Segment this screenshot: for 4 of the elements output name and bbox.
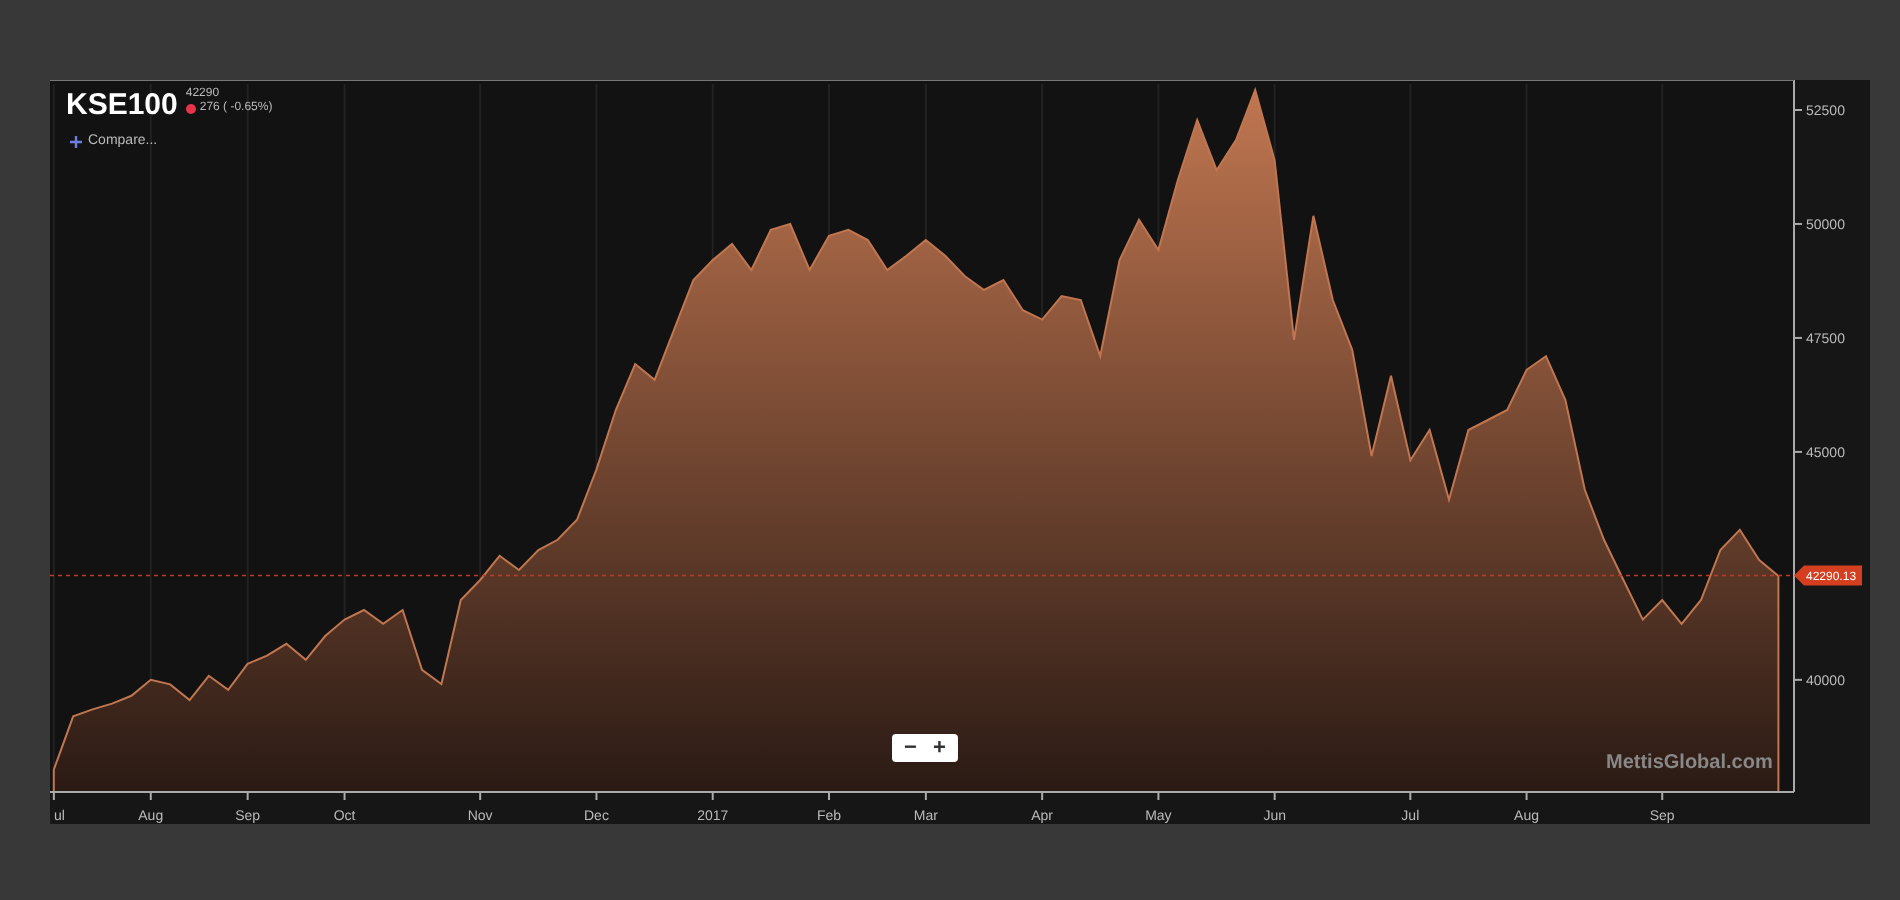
plus-icon: [70, 135, 82, 147]
index-symbol: KSE100: [66, 88, 178, 122]
dot-icon: [185, 104, 196, 114]
chart-credit[interactable]: MettisGlobal.com: [1606, 752, 1773, 774]
